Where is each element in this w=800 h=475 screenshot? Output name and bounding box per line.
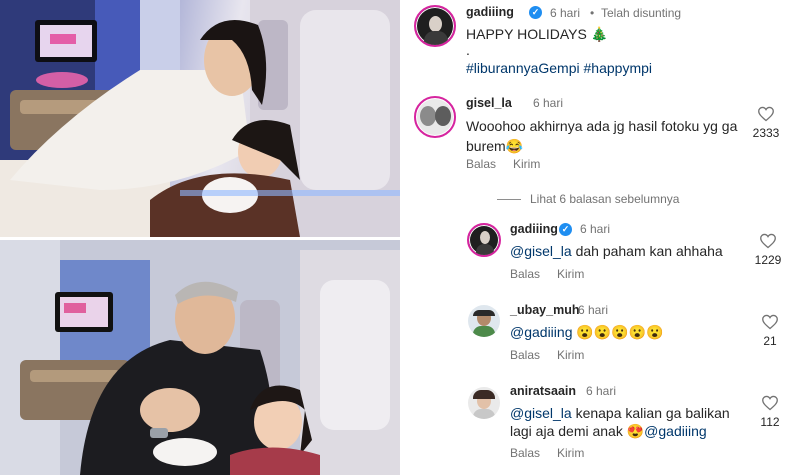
reply-text: @gadiiing 😮😮😮😮😮 xyxy=(510,322,664,342)
replies-divider xyxy=(497,199,521,200)
post-photos xyxy=(0,0,400,475)
post-hashtags[interactable]: #liburannyaGempi #happympi xyxy=(466,58,652,78)
comment-time: 6 hari xyxy=(533,96,564,110)
like-count: 2333 xyxy=(752,126,780,140)
reply-avatar-aniratsaain[interactable] xyxy=(468,387,500,419)
reply-time: 6 hari xyxy=(586,384,617,398)
reply-mention[interactable]: @gadiiing xyxy=(510,324,572,340)
post-photo-top xyxy=(0,0,400,237)
comments-panel: gadiiing ✓ 6 hari • Telah disunting HAPP… xyxy=(402,0,800,475)
post-photo-bottom xyxy=(0,240,400,475)
heart-icon[interactable] xyxy=(761,395,779,411)
send-button[interactable]: Kirim xyxy=(557,267,584,281)
heart-icon[interactable] xyxy=(759,233,777,249)
caption-line-2: . xyxy=(466,42,470,58)
reply-time: 6 hari xyxy=(580,222,611,236)
reply-body-line-1: kenapa kalian ga balikan xyxy=(571,405,730,421)
post-time: 6 hari xyxy=(550,6,581,20)
post-edited-label: Telah disunting xyxy=(601,6,682,20)
reply-mention[interactable]: @gisel_la xyxy=(510,405,572,421)
send-button[interactable]: Kirim xyxy=(557,446,584,460)
heart-icon[interactable] xyxy=(757,106,775,122)
send-button[interactable]: Kirim xyxy=(557,348,584,362)
reply-mention[interactable]: @gisel_la xyxy=(510,243,572,259)
reply-text: @gisel_la dah paham kan ahhaha xyxy=(510,241,723,261)
christmas-tree-icon: 🎄 xyxy=(590,26,609,42)
reply-text: @gisel_la kenapa kalian ga balikan xyxy=(510,403,770,423)
view-previous-replies-button[interactable]: Lihat 6 balasan sebelumnya xyxy=(530,192,679,206)
heart-icon[interactable] xyxy=(761,314,779,330)
verified-badge-icon: ✓ xyxy=(559,223,572,236)
reply-button[interactable]: Balas xyxy=(510,446,540,460)
reply-body-line-2: lagi aja demi anak 😍 xyxy=(510,423,645,439)
post-author-avatar[interactable] xyxy=(414,5,456,47)
reply-body: 😮😮😮😮😮 xyxy=(572,324,664,340)
photo-bottom-illustration xyxy=(0,240,400,475)
reply-text-line-2: lagi aja demi anak 😍@gadiiing xyxy=(510,421,707,441)
comment-text: Wooohoo akhirnya ada jg hasil fotoku yg … xyxy=(466,118,738,154)
reply-avatar-gadiiing[interactable] xyxy=(467,223,501,257)
like-count: 21 xyxy=(763,334,777,348)
reply-button[interactable]: Balas xyxy=(510,267,540,281)
comment-avatar-gisel-la[interactable] xyxy=(414,96,456,138)
reply-username[interactable]: gadiiing xyxy=(510,222,558,236)
post-separator: • xyxy=(590,6,595,20)
reply-mention-2[interactable]: @gadiiing xyxy=(644,423,706,439)
reply-username[interactable]: _ubay_muh xyxy=(510,303,579,317)
like-count: 1229 xyxy=(754,253,782,267)
comment-username[interactable]: gisel_la xyxy=(466,96,512,110)
post-author-username[interactable]: gadiiing xyxy=(466,5,514,19)
reply-button[interactable]: Balas xyxy=(466,157,496,171)
send-button[interactable]: Kirim xyxy=(513,157,540,171)
caption-line-1: HAPPY HOLIDAYS xyxy=(466,26,587,42)
reply-avatar-ubay-muh[interactable] xyxy=(468,305,500,337)
photo-top-illustration xyxy=(0,0,400,237)
reply-time: 6 hari xyxy=(578,303,609,317)
reply-username[interactable]: aniratsaain xyxy=(510,384,576,398)
reply-body: dah paham kan ahhaha xyxy=(571,243,723,259)
like-count: 112 xyxy=(760,415,780,429)
verified-badge-icon: ✓ xyxy=(529,6,542,19)
reply-button[interactable]: Balas xyxy=(510,348,540,362)
post-caption: HAPPY HOLIDAYS 🎄 xyxy=(466,24,608,44)
